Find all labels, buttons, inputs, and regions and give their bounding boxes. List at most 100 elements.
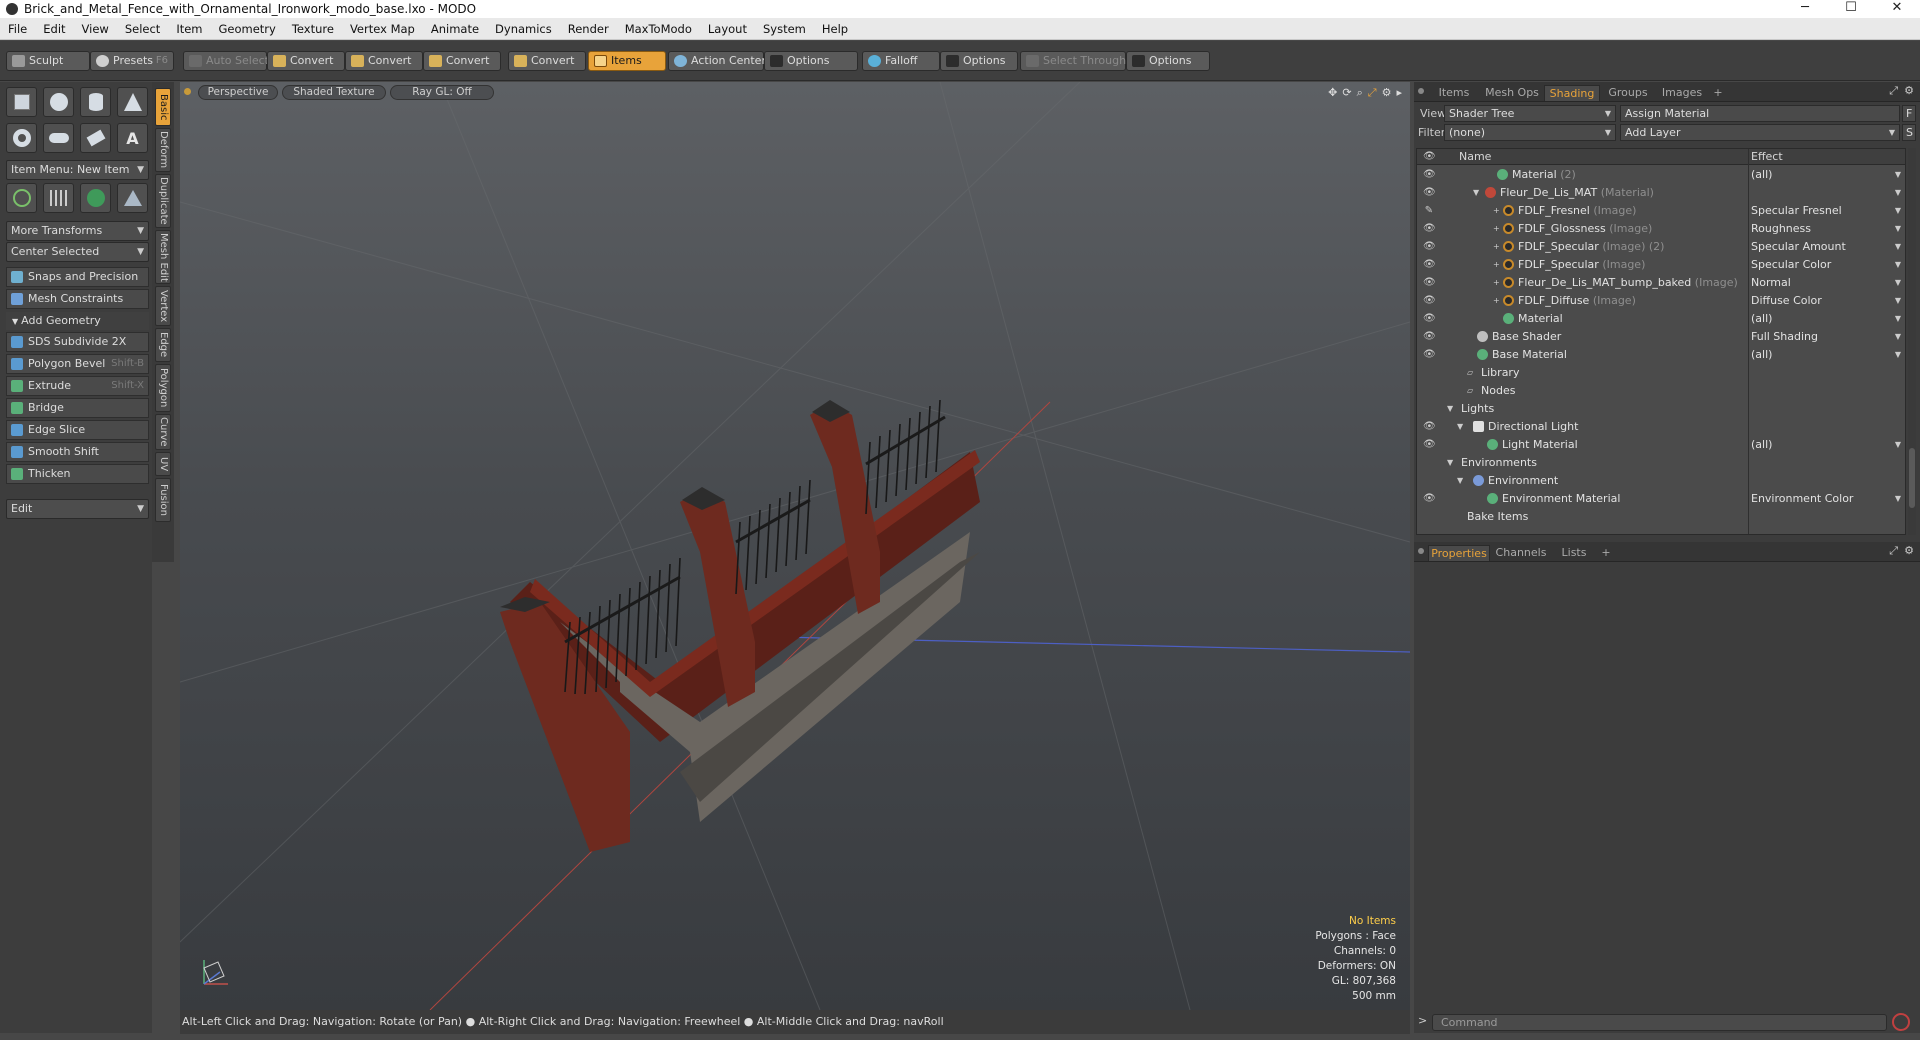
thicken-button[interactable]: Thicken [6, 464, 149, 484]
rotate-icon[interactable]: ⟳ [1342, 86, 1351, 100]
menu-select[interactable]: Select [117, 22, 168, 36]
item-menu-dropdown[interactable]: Item Menu: New Item ▼ [6, 160, 149, 180]
row-effect[interactable]: (all) [1751, 166, 1772, 184]
text-tool-button[interactable]: A [117, 123, 148, 153]
plus-icon[interactable]: + [1493, 202, 1500, 220]
tab-fusion[interactable]: Fusion [155, 478, 171, 522]
add-geometry-section[interactable]: ▼ Add Geometry [6, 312, 149, 330]
tab-deform[interactable]: Deform [155, 128, 171, 172]
expand-arrow-icon[interactable]: ▼ [1457, 472, 1463, 490]
menu-vertex-map[interactable]: Vertex Map [342, 22, 423, 36]
chevron-down-icon[interactable]: ▼ [1895, 436, 1901, 454]
eye-icon[interactable]: 👁 [1423, 310, 1436, 328]
chevron-down-icon[interactable]: ▼ [1895, 274, 1901, 292]
add-tab-icon[interactable]: + [1710, 85, 1726, 101]
menu-maxtomodo[interactable]: MaxToModo [617, 22, 700, 36]
row-effect[interactable]: Specular Color [1751, 256, 1831, 274]
eye-icon[interactable]: 👁 [1423, 256, 1436, 274]
menu-texture[interactable]: Texture [284, 22, 342, 36]
zoom-icon[interactable]: ⌕ [1357, 86, 1363, 100]
tree-row-environments[interactable]: ▼ Environments [1417, 454, 1905, 472]
expand-arrow-icon[interactable]: ▼ [1447, 454, 1453, 472]
raygl-button[interactable]: Ray GL: Off [390, 85, 494, 100]
sds-subdivide-button[interactable]: SDS Subdivide 2X [6, 332, 149, 352]
snaps-precision-button[interactable]: Snaps and Precision [6, 267, 149, 287]
fit-icon[interactable]: ⤢ [1368, 86, 1377, 100]
chevron-down-icon[interactable]: ▼ [1895, 184, 1901, 202]
row-effect[interactable]: Normal [1751, 274, 1791, 292]
expand-arrow-icon[interactable]: ▼ [1447, 400, 1453, 418]
extrude-button[interactable]: Extrude Shift-X [6, 376, 149, 396]
gear-icon[interactable]: ⚙ [1904, 544, 1914, 557]
eye-icon[interactable]: 👁 [1423, 292, 1436, 310]
pop-out-icon[interactable]: ⤢ [1889, 84, 1898, 98]
chevron-down-icon[interactable]: ▼ [1895, 490, 1901, 508]
tab-groups[interactable]: Groups [1602, 85, 1654, 101]
row-effect[interactable]: Specular Fresnel [1751, 202, 1842, 220]
torus-primitive-button[interactable] [6, 123, 37, 153]
close-button[interactable]: ✕ [1874, 0, 1920, 18]
row-effect[interactable]: Specular Amount [1751, 238, 1846, 256]
convert-polygons-button[interactable]: Convert [423, 51, 501, 71]
view-type-button[interactable]: Perspective [198, 85, 278, 100]
row-effect[interactable]: Full Shading [1751, 328, 1818, 346]
tab-curve[interactable]: Curve [155, 414, 171, 450]
chevron-down-icon[interactable]: ▼ [1895, 292, 1901, 310]
menu-geometry[interactable]: Geometry [211, 22, 284, 36]
sculpt-button[interactable]: Sculpt [6, 51, 90, 71]
tab-items[interactable]: Items [1428, 85, 1480, 101]
tree-row-bake-items[interactable]: Bake Items [1417, 508, 1905, 526]
eye-icon[interactable]: 👁 [1423, 184, 1436, 202]
column-name-header[interactable]: Name [1459, 149, 1491, 164]
chevron-down-icon[interactable]: ▼ [1895, 310, 1901, 328]
plus-icon[interactable]: + [1493, 220, 1500, 238]
bridge-button[interactable]: Bridge [6, 398, 149, 418]
tab-properties[interactable]: Properties [1428, 545, 1490, 561]
chevron-down-icon[interactable]: ▼ [1895, 220, 1901, 238]
expand-arrow-icon[interactable]: ▼ [1457, 418, 1463, 436]
items-mode-button[interactable]: Items [588, 51, 666, 71]
more-transforms-dropdown[interactable]: More Transforms ▼ [6, 221, 149, 241]
menu-item[interactable]: Item [168, 22, 210, 36]
falloff-button[interactable]: Falloff [862, 51, 940, 71]
eye-icon[interactable]: 👁 [1423, 346, 1436, 364]
row-effect[interactable]: Diffuse Color [1751, 292, 1822, 310]
tab-vertex[interactable]: Vertex [155, 286, 171, 326]
select-through-options-button[interactable]: Options [1126, 51, 1210, 71]
pan-icon[interactable]: ✥ [1328, 86, 1337, 100]
f-button[interactable]: F [1902, 105, 1916, 122]
sphere-primitive-button[interactable] [43, 87, 74, 117]
tab-mesh-edit[interactable]: Mesh Edit [155, 230, 171, 284]
tree-row-fdlf-glossness[interactable]: 👁 + FDLF_Glossness (Image) Roughness ▼ [1417, 220, 1905, 238]
brush-icon[interactable]: ✎ [1423, 202, 1435, 220]
eye-icon[interactable]: 👁 [1423, 436, 1436, 454]
menu-render[interactable]: Render [560, 22, 617, 36]
action-center-options-button[interactable]: Options [764, 51, 858, 71]
plus-icon[interactable]: + [1493, 238, 1500, 256]
tree-row-environment[interactable]: ▼ Environment [1417, 472, 1905, 490]
cube-primitive-button[interactable] [6, 87, 37, 117]
tab-edge[interactable]: Edge [155, 328, 171, 362]
tree-row-nodes[interactable]: ▱ Nodes [1417, 382, 1905, 400]
tree-row-fdlf-specular-2[interactable]: 👁 + FDLF_Specular (Image) (2) Specular A… [1417, 238, 1905, 256]
filter-select[interactable]: (none) ▼ [1444, 124, 1616, 141]
tree-row-base-shader[interactable]: 👁 Base Shader Full Shading ▼ [1417, 328, 1905, 346]
menu-file[interactable]: File [0, 22, 35, 36]
center-selected-dropdown[interactable]: Center Selected ▼ [6, 242, 149, 262]
shading-mode-button[interactable]: Shaded Texture [282, 85, 386, 100]
eye-icon[interactable]: 👁 [1423, 328, 1436, 346]
menu-animate[interactable]: Animate [423, 22, 487, 36]
tab-channels[interactable]: Channels [1492, 545, 1550, 561]
plus-icon[interactable]: + [1493, 292, 1500, 310]
tree-row-library[interactable]: ▱ Library [1417, 364, 1905, 382]
action-center-button[interactable]: Action Center [668, 51, 766, 71]
tree-row-fdlf-diffuse[interactable]: 👁 + FDLF_Diffuse (Image) Diffuse Color ▼ [1417, 292, 1905, 310]
tab-basic[interactable]: Basic [155, 88, 171, 126]
record-icon[interactable] [1892, 1013, 1910, 1031]
tab-shading[interactable]: Shading [1544, 85, 1600, 101]
pen-tool-button[interactable] [80, 123, 111, 153]
add-layer-select[interactable]: Add Layer ▼ [1620, 124, 1900, 141]
row-effect[interactable]: (all) [1751, 346, 1772, 364]
menu-dynamics[interactable]: Dynamics [487, 22, 560, 36]
eye-icon[interactable]: 👁 [1423, 490, 1436, 508]
